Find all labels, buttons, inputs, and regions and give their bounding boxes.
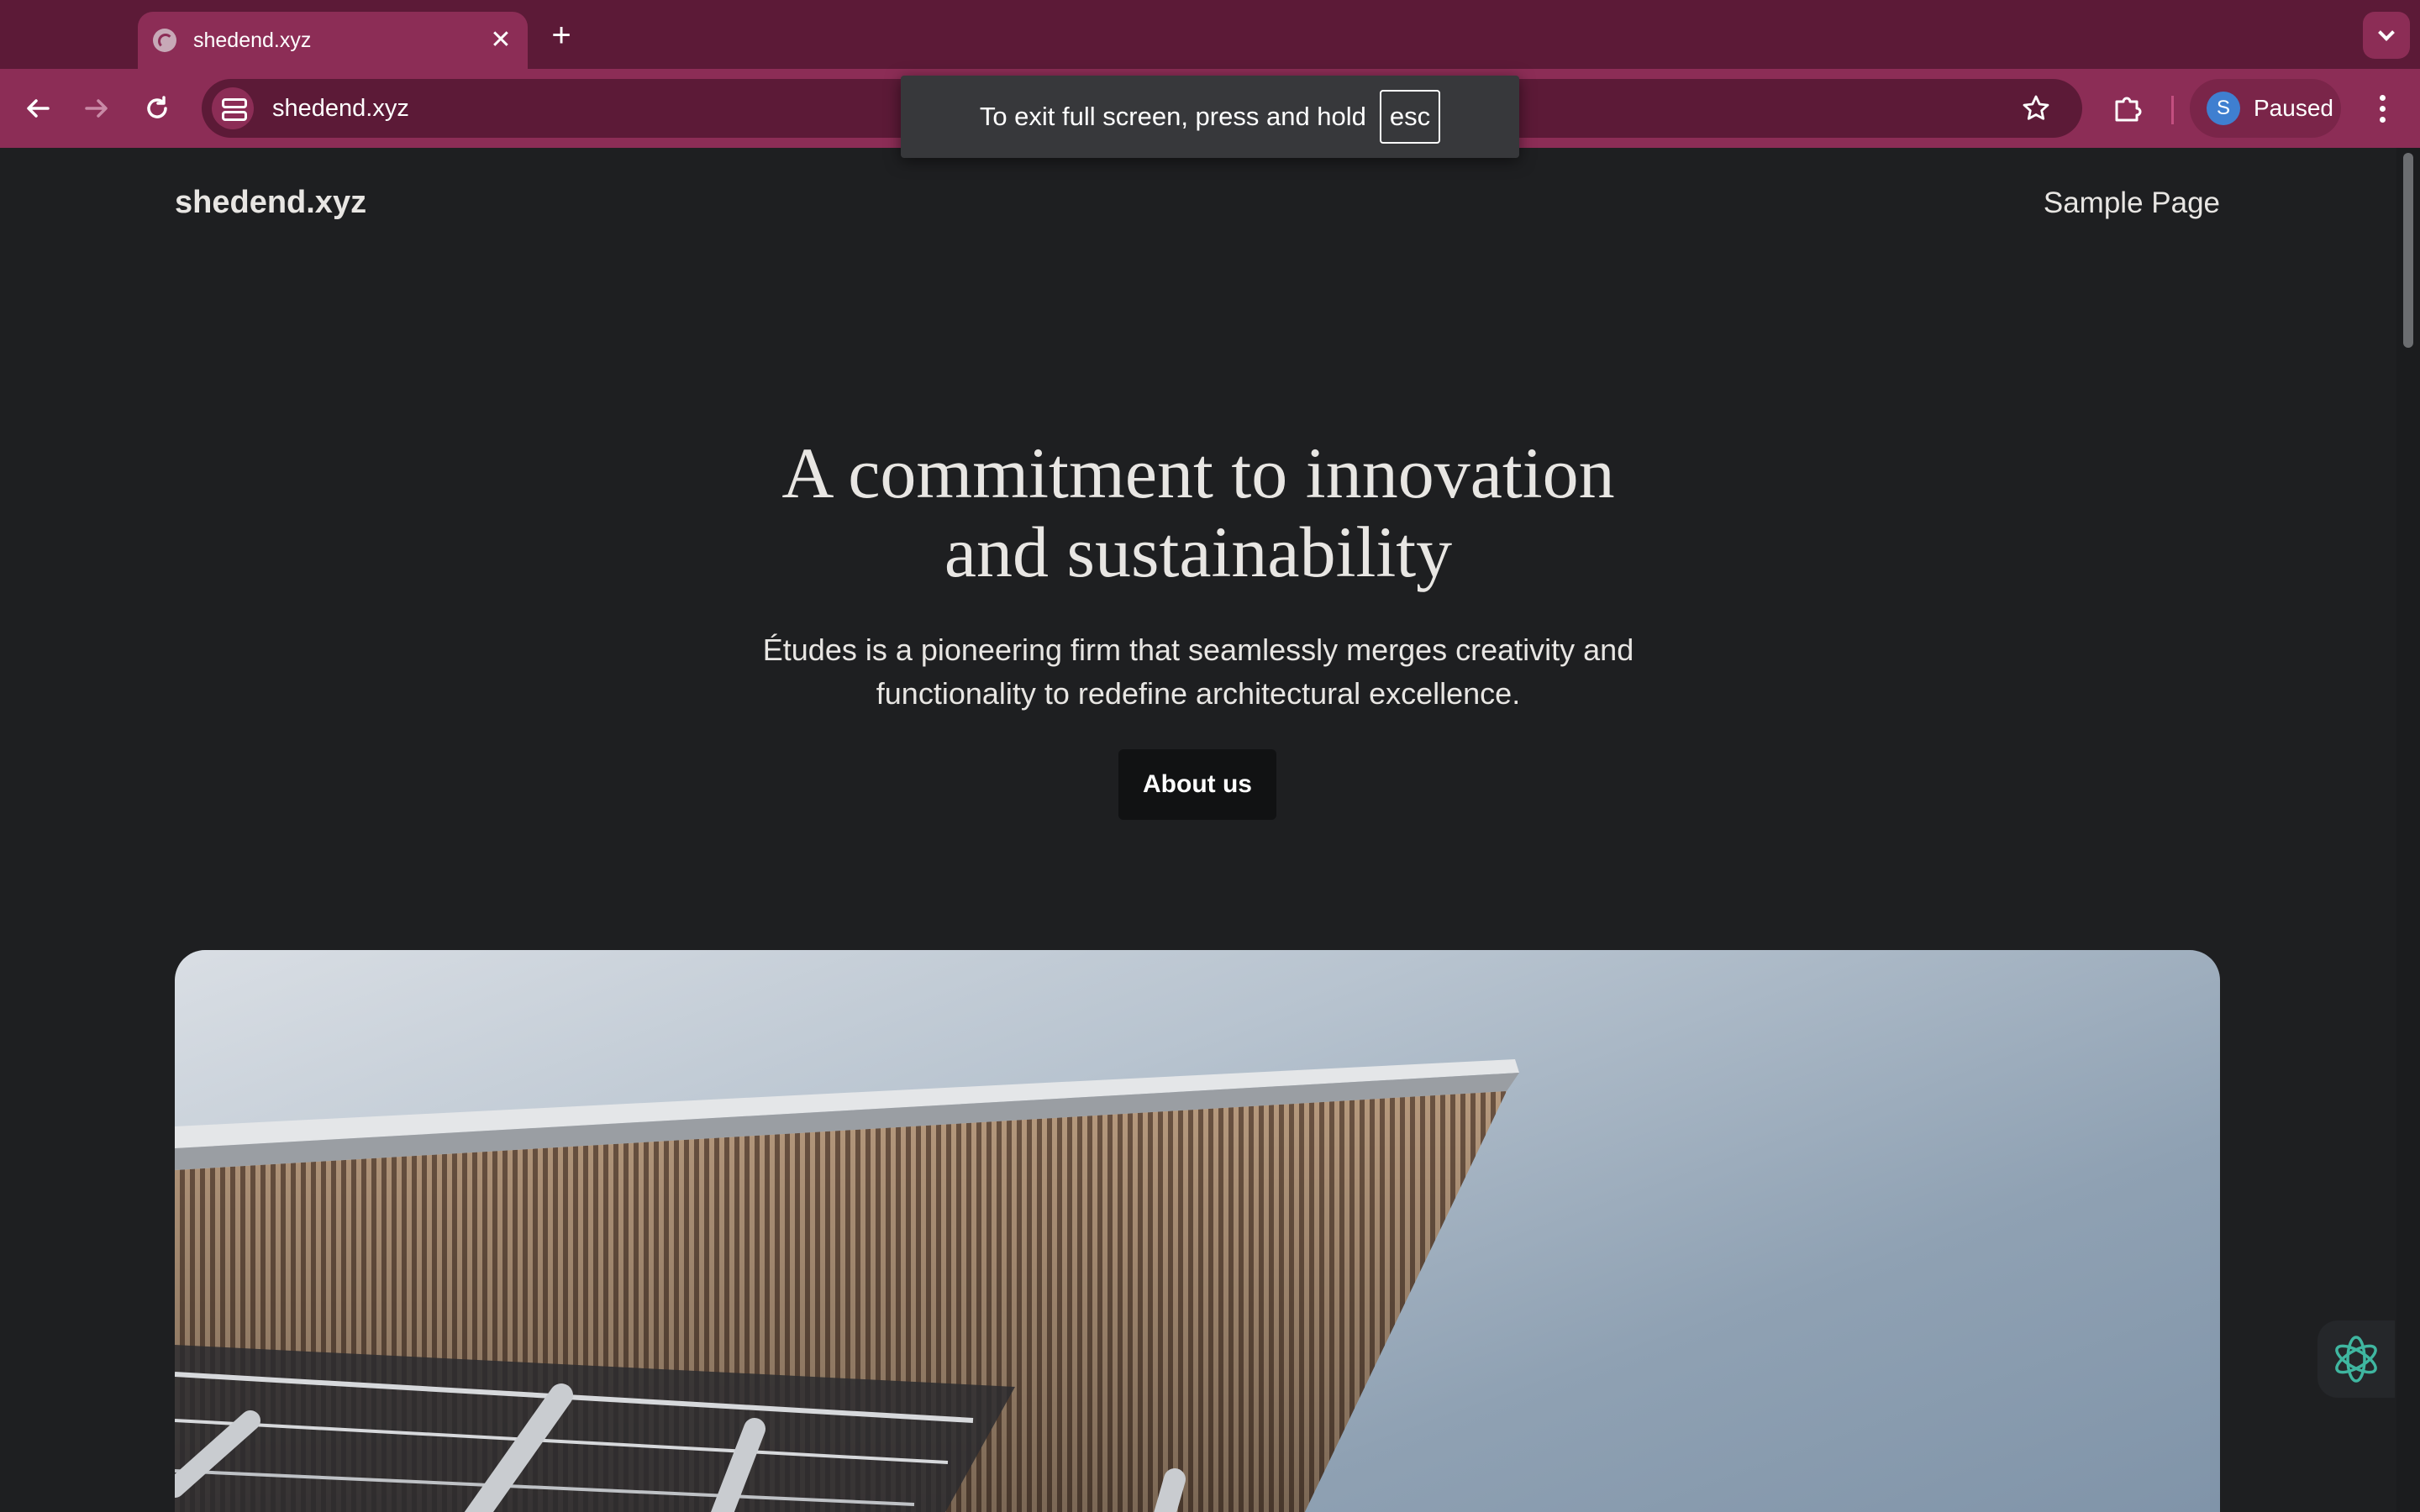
- globe-icon: [153, 29, 176, 52]
- hero-building-image: [175, 950, 2220, 1512]
- browser-tab[interactable]: shedend.xyz ✕: [138, 12, 528, 69]
- new-tab-button[interactable]: +: [541, 15, 581, 55]
- profile-status: Paused: [2254, 95, 2333, 121]
- scroll-thumb[interactable]: [2403, 153, 2413, 348]
- profile-button[interactable]: S Paused: [2190, 79, 2341, 138]
- bookmark-star-icon[interactable]: [2015, 87, 2057, 129]
- hero-subtitle: Études is a pioneering firm that seamles…: [762, 633, 1634, 711]
- building-illustration: [175, 1059, 1519, 1512]
- nav-link-sample-page[interactable]: Sample Page: [2044, 186, 2220, 220]
- fullscreen-notice-text: To exit full screen, press and hold: [979, 102, 1366, 131]
- site-info-icon[interactable]: [212, 87, 254, 129]
- about-us-button[interactable]: About us: [1118, 749, 1276, 820]
- tab-search-button[interactable]: [2363, 12, 2410, 59]
- arrow-left-icon: [27, 99, 50, 118]
- back-button[interactable]: [17, 87, 59, 129]
- hero-heading-line: and sustainability: [944, 512, 1453, 592]
- browser-menu-button[interactable]: [2361, 87, 2403, 129]
- assistant-button[interactable]: [2317, 1320, 2395, 1398]
- arrow-right-icon: [85, 99, 108, 118]
- hero-heading-line: A commitment to innovation: [781, 433, 1615, 513]
- avatar: S: [2207, 92, 2240, 125]
- puzzle-icon: [2115, 97, 2142, 122]
- reload-button[interactable]: [136, 87, 178, 129]
- chevron-down-icon: [2378, 24, 2395, 41]
- fullscreen-notice: To exit full screen, press and hold esc: [901, 76, 1519, 158]
- reload-icon: [147, 96, 167, 118]
- forward-button[interactable]: [76, 87, 118, 129]
- close-icon[interactable]: ✕: [482, 22, 519, 59]
- dot: [2379, 94, 2386, 101]
- url-text[interactable]: shedend.xyz: [272, 95, 409, 123]
- esc-key-badge: esc: [1379, 90, 1441, 144]
- site-title-link[interactable]: shedend.xyz: [175, 185, 366, 221]
- page-scrollbar[interactable]: [2396, 148, 2420, 1512]
- ai-assistant-icon: [2335, 1336, 2377, 1383]
- web-page: shedend.xyz Sample Page A commitment to …: [0, 148, 2396, 1512]
- hero-heading: A commitment to innovation and sustainab…: [610, 433, 1786, 591]
- extensions-button[interactable]: [2106, 87, 2148, 129]
- dot: [2379, 105, 2386, 112]
- dot: [2379, 116, 2386, 123]
- tab-title: shedend.xyz: [193, 28, 312, 52]
- tab-strip: shedend.xyz ✕ +: [0, 0, 2420, 69]
- toolbar-divider: [2171, 96, 2174, 124]
